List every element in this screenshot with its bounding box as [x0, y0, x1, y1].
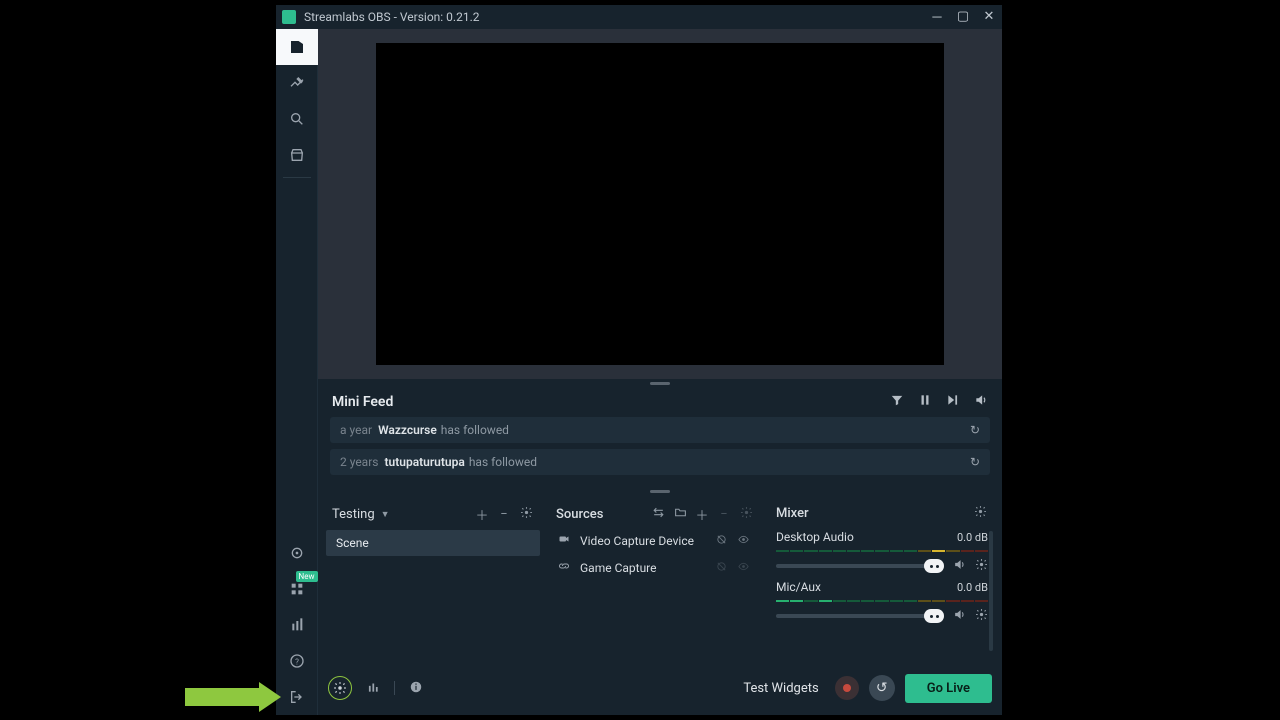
sources-panel: Sources ＋ − Video Capture Device [548, 501, 762, 661]
add-scene-icon[interactable]: ＋ [474, 505, 490, 524]
lock-icon[interactable] [716, 534, 730, 548]
sidebar-stats[interactable] [276, 607, 318, 643]
app-window: Streamlabs OBS - Version: 0.21.2 ─ ▢ ✕ [276, 5, 1002, 715]
feed-action: has followed [441, 423, 509, 437]
channel-settings-icon[interactable] [974, 608, 988, 624]
sidebar-notifications[interactable] [276, 535, 318, 571]
sidebar-themes[interactable] [276, 65, 318, 101]
channel-db: 0.0 dB [957, 581, 988, 594]
pause-icon[interactable] [918, 393, 932, 411]
bottom-bar: Test Widgets ↺ Go Live [318, 667, 1002, 709]
settings-button[interactable] [328, 676, 352, 700]
volume-slider[interactable] [776, 614, 944, 618]
replay-buffer-button[interactable]: ↺ [869, 675, 895, 701]
volume-slider[interactable] [776, 564, 944, 568]
feed-row: a year Wazzcurse has followed ↻ [330, 417, 990, 443]
mixer-settings-icon[interactable] [972, 505, 988, 522]
sidebar-search[interactable] [276, 101, 318, 137]
sources-title: Sources [556, 507, 603, 522]
scene-collection-select[interactable]: Testing ▼ [332, 507, 390, 522]
feed-time: 2 years [340, 455, 378, 469]
sidebar: ? [276, 29, 318, 715]
add-source-icon[interactable]: ＋ [694, 505, 710, 524]
lock-icon[interactable] [716, 561, 730, 575]
channel-settings-icon[interactable] [974, 558, 988, 574]
remove-source-icon[interactable]: − [716, 507, 732, 522]
sidebar-store[interactable] [276, 137, 318, 173]
eye-icon[interactable] [738, 534, 752, 548]
mini-feed: Mini Feed a year Wazzcurse has followed … [318, 387, 1002, 487]
mixer-channel: Mic/Aux 0.0 dB [776, 580, 988, 624]
info-icon[interactable] [409, 679, 423, 698]
skip-icon[interactable] [946, 393, 960, 411]
channel-name: Mic/Aux [776, 580, 957, 594]
drag-handle-2[interactable] [318, 487, 1002, 495]
remove-scene-icon[interactable]: − [496, 507, 512, 522]
scrollbar[interactable] [989, 531, 993, 651]
go-live-button[interactable]: Go Live [905, 674, 992, 703]
feed-row: 2 years tutupaturutupa has followed ↻ [330, 449, 990, 475]
preview-canvas[interactable] [376, 43, 944, 365]
audio-meter [776, 598, 988, 604]
main-content: Mini Feed a year Wazzcurse has followed … [318, 29, 1002, 715]
sidebar-apps[interactable] [276, 571, 318, 607]
audio-meter [776, 548, 988, 554]
source-transition-icon[interactable] [650, 506, 666, 523]
sidebar-divider [283, 177, 311, 178]
mute-icon[interactable] [952, 558, 966, 574]
drag-handle-1[interactable] [318, 379, 1002, 387]
eye-icon[interactable] [738, 561, 752, 575]
source-item[interactable]: Game Capture [550, 555, 760, 580]
sidebar-logout[interactable] [276, 679, 318, 715]
replay-icon[interactable]: ↻ [970, 455, 980, 469]
stats-icon[interactable] [366, 679, 380, 698]
window-title: Streamlabs OBS - Version: 0.21.2 [304, 10, 930, 24]
maximize-icon[interactable]: ▢ [956, 9, 970, 25]
feed-user: Wazzcurse [378, 423, 437, 437]
scenes-panel: Testing ▼ ＋ − Scene [324, 501, 542, 661]
feed-time: a year [340, 423, 372, 437]
mini-feed-title: Mini Feed [332, 394, 890, 410]
volume-icon[interactable] [974, 393, 988, 411]
separator [394, 681, 395, 695]
replay-icon[interactable]: ↻ [970, 423, 980, 437]
mixer-channel: Desktop Audio 0.0 dB [776, 530, 988, 574]
sidebar-editor[interactable] [276, 29, 318, 65]
scene-settings-icon[interactable] [518, 506, 534, 523]
feed-user: tutupaturutupa [384, 455, 464, 469]
link-icon [558, 560, 572, 575]
source-folder-icon[interactable] [672, 506, 688, 523]
camera-icon [558, 533, 572, 548]
bottom-panels: Testing ▼ ＋ − Scene Sources [318, 495, 1002, 667]
source-label: Video Capture Device [580, 534, 708, 548]
mixer-title: Mixer [776, 506, 809, 521]
source-label: Game Capture [580, 561, 708, 575]
scene-item[interactable]: Scene [326, 530, 540, 556]
channel-db: 0.0 dB [957, 531, 988, 544]
close-icon[interactable]: ✕ [982, 9, 996, 25]
mute-icon[interactable] [952, 608, 966, 624]
preview-area [318, 29, 1002, 379]
collection-label: Testing [332, 507, 375, 522]
record-button[interactable] [835, 676, 859, 700]
sidebar-help[interactable]: ? [276, 643, 318, 679]
feed-action: has followed [469, 455, 537, 469]
minimize-icon[interactable]: ─ [930, 9, 944, 25]
annotation-arrow [185, 682, 281, 712]
svg-text:?: ? [295, 657, 299, 666]
source-item[interactable]: Video Capture Device [550, 528, 760, 553]
mixer-panel: Mixer Desktop Audio 0.0 dB [768, 501, 996, 661]
app-logo-icon [282, 10, 296, 24]
titlebar: Streamlabs OBS - Version: 0.21.2 ─ ▢ ✕ [276, 5, 1002, 29]
caret-down-icon: ▼ [381, 509, 390, 520]
test-widgets-button[interactable]: Test Widgets [743, 681, 818, 696]
source-settings-icon[interactable] [738, 506, 754, 523]
filter-icon[interactable] [890, 393, 904, 411]
channel-name: Desktop Audio [776, 530, 957, 544]
